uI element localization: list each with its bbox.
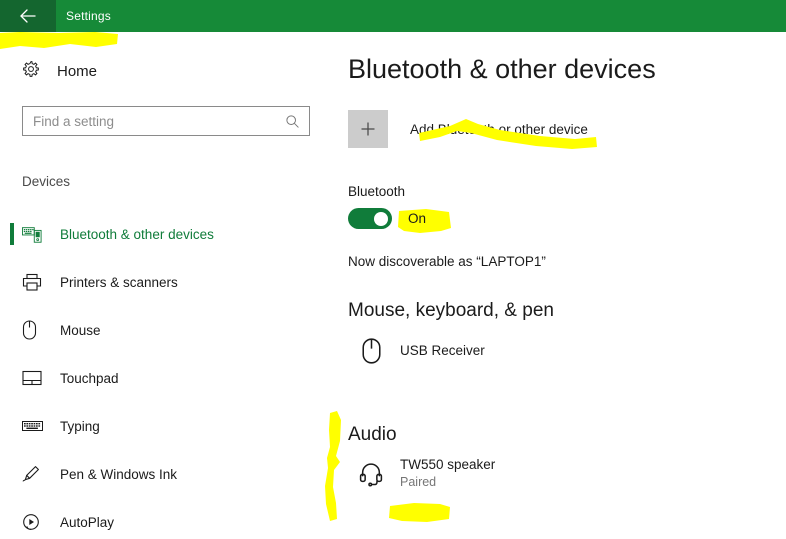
sidebar-item-label: Pen & Windows Ink: [60, 466, 178, 482]
section-heading-audio: Audio: [348, 424, 397, 445]
toggle-knob: [374, 211, 388, 226]
sidebar-item-autoplay[interactable]: AutoPlay: [0, 498, 330, 539]
device-status: Paired: [400, 475, 437, 489]
sidebar-item-label: Touchpad: [60, 370, 119, 386]
search-input[interactable]: [23, 107, 285, 135]
sidebar-item-label: Printers & scanners: [60, 274, 178, 290]
sidebar-group-header: Devices: [22, 174, 71, 189]
sidebar-item-mouse[interactable]: Mouse: [0, 306, 330, 354]
device-name: TW550 speaker: [400, 457, 496, 472]
device-row-usb-receiver[interactable]: USB Receiver: [348, 338, 485, 364]
add-bluetooth-device-label: Add Bluetooth or other device: [410, 121, 588, 137]
settings-window: Settings Home De: [0, 0, 786, 539]
sidebar-home-label: Home: [57, 63, 98, 80]
sidebar-item-typing[interactable]: Typing: [0, 402, 330, 450]
mouse-icon: [22, 320, 48, 340]
page-title: Bluetooth & other devices: [348, 54, 656, 84]
search-icon[interactable]: [285, 114, 309, 129]
headset-icon: [348, 461, 394, 487]
bluetooth-toggle-row: On: [348, 208, 426, 229]
bluetooth-section-label: Bluetooth: [348, 184, 406, 199]
device-text: TW550 speaker Paired: [400, 456, 495, 491]
sidebar-item-label: Bluetooth & other devices: [60, 226, 214, 242]
bluetooth-toggle-state: On: [408, 211, 427, 226]
back-arrow-icon: [18, 8, 38, 24]
title-bar: Settings: [0, 0, 786, 32]
add-bluetooth-device-button[interactable]: Add Bluetooth or other device: [348, 110, 588, 148]
bluetooth-toggle[interactable]: [348, 208, 392, 229]
mouse-icon: [348, 338, 394, 364]
search-box[interactable]: [22, 106, 310, 136]
touchpad-icon: [22, 370, 48, 386]
pen-icon: [22, 465, 48, 483]
printer-icon: [22, 273, 48, 292]
device-row-tw550-speaker[interactable]: TW550 speaker Paired: [348, 456, 495, 491]
device-text: USB Receiver: [400, 342, 485, 360]
sidebar-item-home[interactable]: Home: [22, 60, 97, 83]
sidebar-nav-list: Bluetooth & other devices Printers & sca…: [0, 210, 330, 539]
back-button[interactable]: [0, 0, 56, 32]
autoplay-icon: [22, 513, 48, 531]
gear-icon: [22, 60, 40, 83]
keyboard-icon: [22, 419, 48, 433]
device-name: USB Receiver: [400, 343, 485, 358]
sidebar-item-bluetooth-other-devices[interactable]: Bluetooth & other devices: [0, 210, 330, 258]
sidebar-item-label: Typing: [60, 418, 100, 434]
discoverable-text: Now discoverable as “LAPTOP1”: [348, 254, 546, 269]
sidebar: Home Devices: [0, 32, 330, 539]
plus-icon: [348, 110, 388, 148]
bluetooth-devices-icon: [22, 226, 48, 243]
sidebar-item-printers-scanners[interactable]: Printers & scanners: [0, 258, 330, 306]
sidebar-item-label: AutoPlay: [60, 514, 115, 530]
sidebar-item-pen-windows-ink[interactable]: Pen & Windows Ink: [0, 450, 330, 498]
selection-accent-bar: [10, 223, 14, 245]
section-heading-mouse-keyboard-pen: Mouse, keyboard, & pen: [348, 300, 554, 321]
sidebar-item-touchpad[interactable]: Touchpad: [0, 354, 330, 402]
window-title: Settings: [66, 9, 111, 23]
main-content: Bluetooth & other devices Add Bluetooth …: [330, 32, 786, 539]
sidebar-item-label: Mouse: [60, 322, 101, 338]
